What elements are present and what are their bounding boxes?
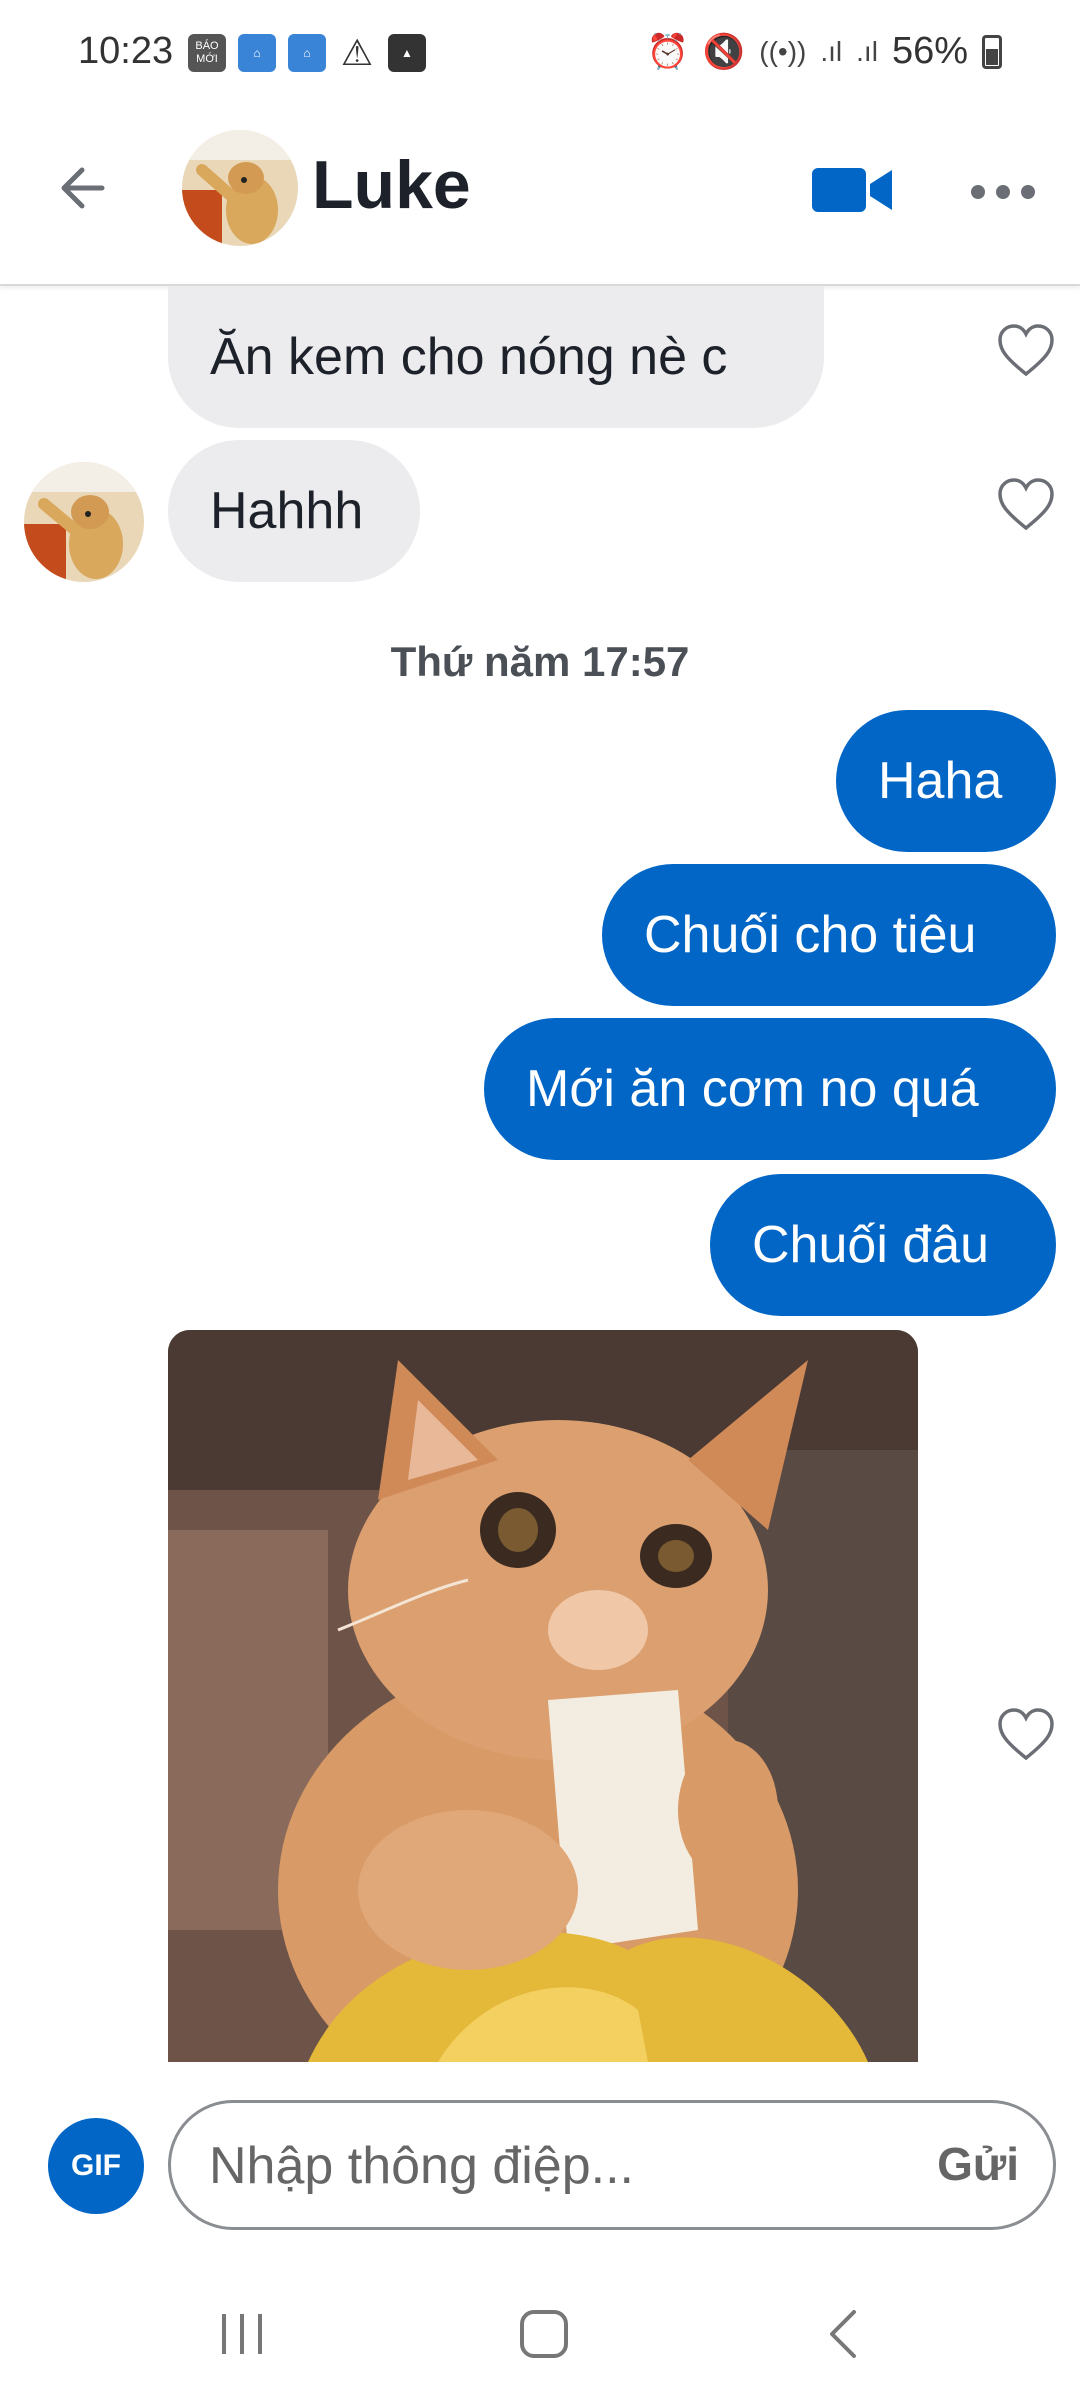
notification-icons: BÁO MỚI ⌂ ⌂ ⚠ ▲ [188,34,426,72]
heart-icon[interactable] [996,1706,1056,1762]
outgoing-message[interactable]: Mới ăn cơm no quá [484,1018,1056,1160]
video-call-icon[interactable] [810,162,894,218]
sender-avatar[interactable] [24,462,144,582]
message-timestamp: Thứ năm 17:57 [390,638,690,685]
wifi-icon: ((•)) [759,35,807,67]
chat-screen: 10:23 BÁO MỚI ⌂ ⌂ ⚠ ▲ ⏰ 🔇 ((•)) .ıl .ıl … [0,0,1080,2400]
outgoing-message[interactable]: Haha [836,710,1056,852]
home-app-icon: ⌂ [238,34,276,72]
status-bar: 10:23 BÁO MỚI ⌂ ⌂ ⚠ ▲ ⏰ 🔇 ((•)) .ıl .ıl … [0,0,1080,100]
message-text: Chuối cho tiêu [644,906,977,964]
outgoing-message[interactable]: Chuối cho tiêu [602,864,1056,1006]
message-text: Ăn kem cho nóng nè c [210,328,728,386]
more-options-icon[interactable] [968,172,1038,212]
message-text: Mới ăn cơm no quá [526,1060,979,1118]
signal-icon-2: .ıl [856,35,878,67]
incoming-message[interactable]: Ăn kem cho nóng nè c [168,286,824,428]
recents-icon[interactable] [218,2310,268,2358]
message-input[interactable] [207,2103,851,2229]
heart-icon[interactable] [996,322,1056,378]
back-arrow-icon[interactable] [52,156,116,220]
contact-name[interactable]: Luke [312,146,471,224]
gif-message-image[interactable] [168,1330,918,2062]
warning-icon: ⚠ [340,32,374,73]
gif-button[interactable]: GIF [48,2118,144,2214]
battery-icon [982,34,1002,69]
system-icons: ⏰ 🔇 ((•)) .ıl .ıl 56% [647,30,1002,73]
outgoing-message[interactable]: Chuối đâu [710,1174,1056,1316]
message-text: Chuối đâu [752,1216,990,1274]
message-text: Hahhh [210,482,364,540]
bao-moi-icon: BÁO MỚI [188,34,226,72]
signal-icon: .ıl [820,35,843,67]
heart-icon[interactable] [996,476,1056,532]
contact-avatar[interactable] [182,130,298,246]
nav-back-icon[interactable] [824,2308,864,2360]
incoming-message[interactable]: Hahhh [168,440,420,582]
mute-icon: 🔇 [702,32,746,71]
battery-percent: 56% [891,30,968,72]
home-icon[interactable] [518,2308,570,2360]
chat-header: Luke [0,100,1080,286]
gallery-icon: ▲ [388,34,426,72]
home-app-icon-2: ⌂ [288,34,326,72]
system-nav-bar [0,2260,1080,2400]
message-composer: Gửi [168,2100,1056,2230]
alarm-icon: ⏰ [646,32,689,71]
message-text: Haha [878,752,1003,810]
send-button[interactable]: Gửi [937,2137,1019,2191]
status-time: 10:23 [78,30,174,72]
